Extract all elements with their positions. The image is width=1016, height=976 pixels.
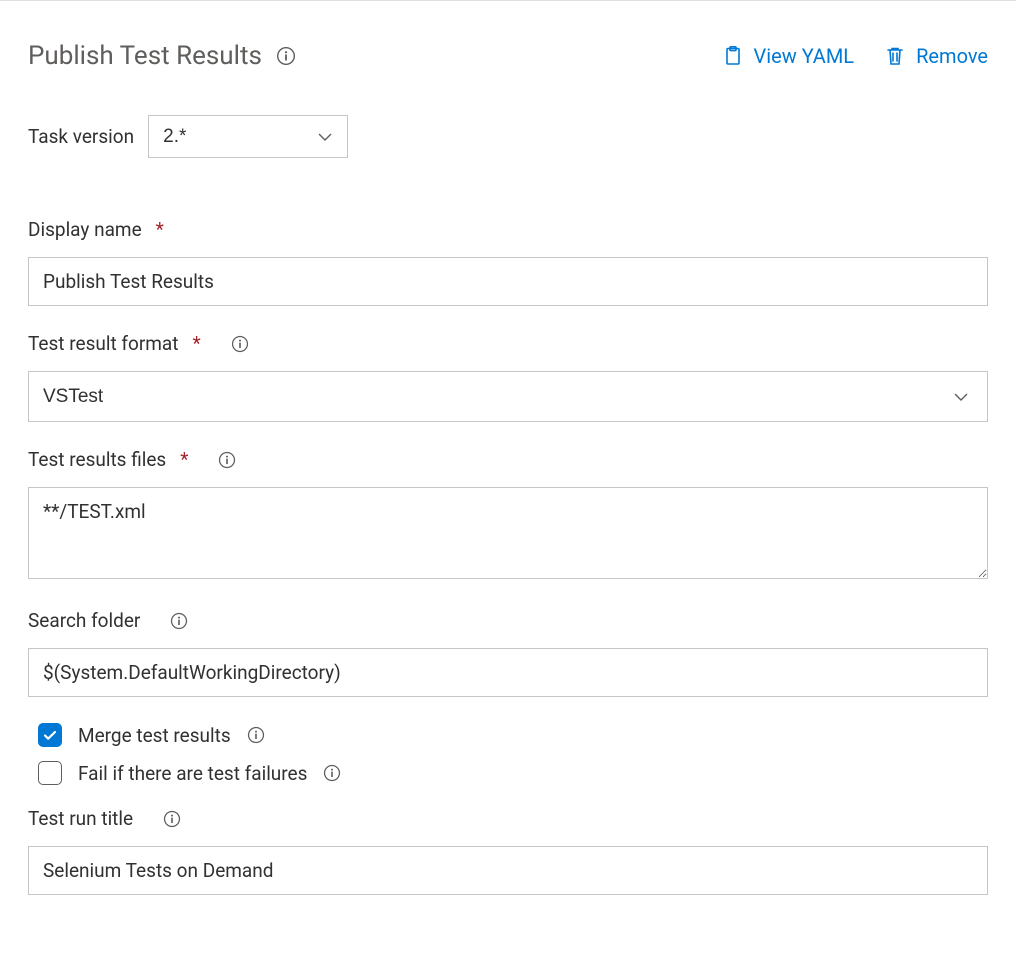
trash-icon: [884, 45, 906, 67]
search-folder-label: Search folder: [28, 609, 140, 632]
search-folder-input[interactable]: [28, 648, 988, 697]
test-results-files-label: Test results files*: [28, 448, 188, 471]
merge-test-results-checkbox[interactable]: [38, 723, 62, 747]
merge-test-results-label: Merge test results: [78, 724, 231, 747]
display-name-input[interactable]: [28, 257, 988, 306]
task-version-field: Task version 2.*: [28, 115, 988, 158]
task-editor-panel: Publish Test Results View YAML Remove Ta…: [0, 0, 1016, 935]
info-icon[interactable]: [323, 764, 341, 782]
info-icon[interactable]: [218, 451, 236, 469]
view-yaml-button[interactable]: View YAML: [722, 44, 855, 68]
task-version-label: Task version: [28, 125, 134, 148]
test-results-files-input[interactable]: [28, 487, 988, 579]
fail-if-failures-label: Fail if there are test failures: [78, 762, 307, 785]
header-actions: View YAML Remove: [722, 44, 988, 68]
remove-label: Remove: [916, 44, 988, 68]
header-row: Publish Test Results View YAML Remove: [28, 41, 988, 71]
test-result-format-label: Test result format*: [28, 332, 201, 355]
test-run-title-input[interactable]: [28, 846, 988, 895]
info-icon[interactable]: [163, 810, 181, 828]
merge-test-results-row: Merge test results: [38, 723, 988, 747]
test-run-title-label: Test run title: [28, 807, 133, 830]
title-group: Publish Test Results: [28, 41, 296, 71]
test-result-format-field: Test result format* VSTest: [28, 332, 988, 422]
test-result-format-select[interactable]: VSTest: [28, 371, 988, 422]
panel-title: Publish Test Results: [28, 41, 262, 71]
task-version-select[interactable]: 2.*: [148, 115, 348, 158]
search-folder-field: Search folder: [28, 609, 988, 697]
view-yaml-label: View YAML: [754, 44, 855, 68]
display-name-field: Display name*: [28, 218, 988, 306]
info-icon[interactable]: [231, 335, 249, 353]
fail-if-failures-row: Fail if there are test failures: [38, 761, 988, 785]
info-icon[interactable]: [170, 612, 188, 630]
test-run-title-field: Test run title: [28, 807, 988, 895]
remove-button[interactable]: Remove: [884, 44, 988, 68]
test-results-files-field: Test results files*: [28, 448, 988, 583]
display-name-label: Display name*: [28, 218, 164, 241]
info-icon[interactable]: [276, 46, 296, 66]
clipboard-icon: [722, 45, 744, 67]
fail-if-failures-checkbox[interactable]: [38, 761, 62, 785]
info-icon[interactable]: [247, 726, 265, 744]
